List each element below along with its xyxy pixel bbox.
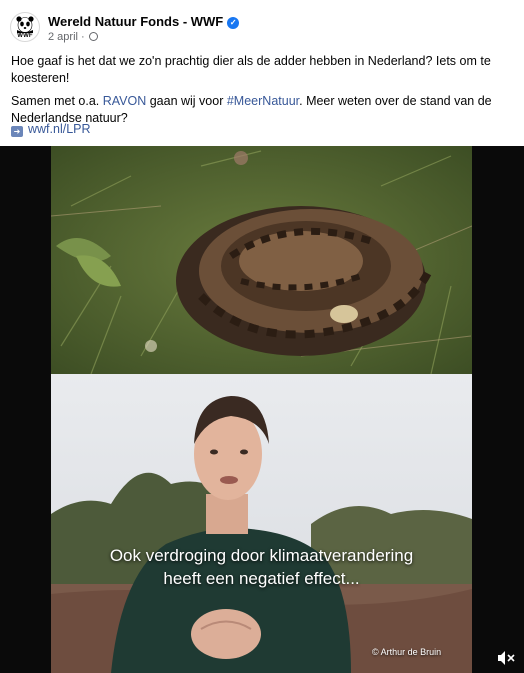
page-avatar[interactable]: WWF xyxy=(10,12,40,42)
panda-logo-icon xyxy=(16,16,34,33)
subtitle-line-2: heeft een negatief effect... xyxy=(163,569,360,588)
globe-icon xyxy=(88,32,98,41)
video-subtitle: Ook verdroging door klimaatverandering h… xyxy=(51,544,472,590)
post-text-segment: gaan wij voor xyxy=(146,94,227,108)
verified-badge-icon: ✓ xyxy=(227,17,240,29)
adder-snake-image xyxy=(51,146,472,374)
post-meta: 2 april · xyxy=(48,31,98,43)
page-name-row: Wereld Natuur Fonds - WWF ✓ xyxy=(48,14,240,29)
video-player[interactable]: Ook verdroging door klimaatverandering h… xyxy=(0,146,524,673)
avatar-logo-text: WWF xyxy=(17,33,33,39)
link-arrow-icon: ➜ xyxy=(11,126,23,137)
post-text-segment: Samen met o.a. xyxy=(11,94,103,108)
subtitle-line-1: Ook verdroging door klimaatverandering xyxy=(109,546,414,565)
hashtag-meernatuur[interactable]: #MeerNatuur xyxy=(227,94,299,108)
photo-credit: © Arthur de Bruin xyxy=(372,647,442,657)
page-name-link[interactable]: Wereld Natuur Fonds - WWF xyxy=(48,14,223,29)
post-paragraph-1: Hoe gaaf is het dat we zo'n prachtig die… xyxy=(11,54,491,85)
post-body: Hoe gaaf is het dat we zo'n prachtig die… xyxy=(11,53,516,133)
post-url-link[interactable]: wwf.nl/LPR xyxy=(28,122,91,136)
meta-separator: · xyxy=(81,31,85,43)
speaker-muted-icon[interactable] xyxy=(496,648,516,668)
post-date[interactable]: 2 april xyxy=(48,31,78,43)
ravon-link[interactable]: RAVON xyxy=(103,94,147,108)
post-header: WWF Wereld Natuur Fonds - WWF ✓ 2 april · xyxy=(0,0,524,50)
presenter-video-frame xyxy=(51,374,472,673)
post-url-row: ➜ wwf.nl/LPR xyxy=(11,122,91,137)
